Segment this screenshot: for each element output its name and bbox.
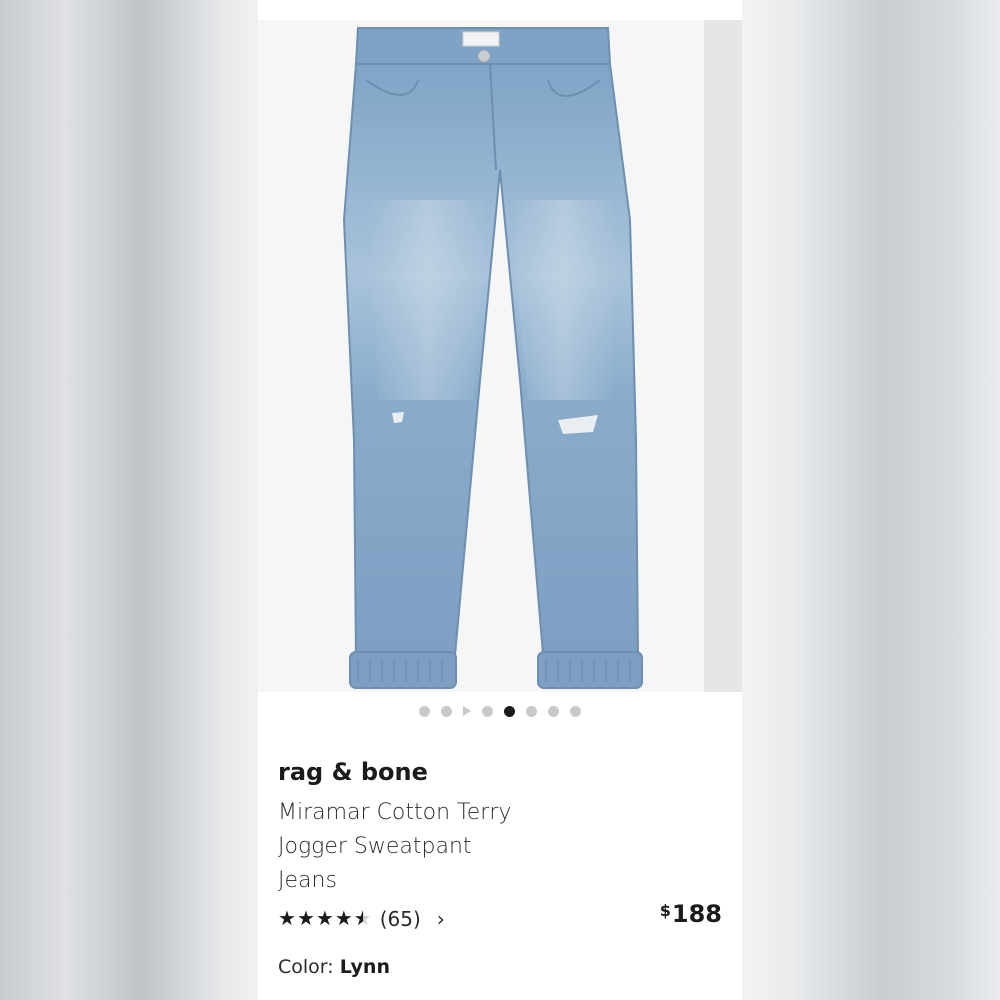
half-star-icon: ★ [353, 908, 372, 930]
brand-name[interactable]: rag & bone [278, 758, 428, 786]
carousel-dot[interactable] [548, 705, 559, 717]
product-name-line: Jeans [278, 868, 337, 893]
jeans-illustration [342, 27, 643, 689]
product-name: Miramar Cotton Terry Jogger Sweatpant Je… [278, 796, 578, 898]
carousel-dot[interactable] [419, 705, 430, 717]
color-selection: Color: Lynn [278, 956, 390, 978]
play-icon[interactable] [463, 706, 471, 716]
color-label: Color: [278, 956, 334, 978]
price: $ 188 [660, 900, 722, 928]
product-card: rag & bone Miramar Cotton Terry Jogger S… [258, 0, 742, 1000]
star-icon: ★ [334, 908, 353, 930]
star-icon: ★ [278, 908, 296, 930]
product-image[interactable] [258, 20, 742, 692]
carousel-indicator [258, 703, 742, 719]
carousel-dot[interactable] [441, 705, 452, 717]
carousel-dot-active[interactable] [504, 705, 515, 717]
review-count[interactable]: (65) [380, 907, 421, 931]
chevron-right-icon[interactable]: › [437, 907, 445, 931]
star-icon: ★ [296, 908, 315, 930]
carousel-dot[interactable] [570, 705, 581, 717]
star-rating: ★ ★ ★ ★ ★ [278, 909, 372, 929]
next-image-peek[interactable] [704, 20, 742, 692]
rating-row[interactable]: ★ ★ ★ ★ ★ (65) › [278, 905, 445, 933]
carousel-dot[interactable] [526, 705, 537, 717]
color-value: Lynn [339, 956, 390, 978]
background-right [742, 0, 1000, 1000]
carousel-dot[interactable] [482, 705, 493, 717]
star-icon: ★ [315, 908, 334, 930]
product-name-line: Jogger Sweatpant [278, 834, 472, 859]
price-currency: $ [659, 901, 671, 920]
price-amount: 188 [671, 900, 722, 928]
background-left [0, 0, 258, 1000]
product-name-line: Miramar Cotton Terry [278, 800, 512, 825]
